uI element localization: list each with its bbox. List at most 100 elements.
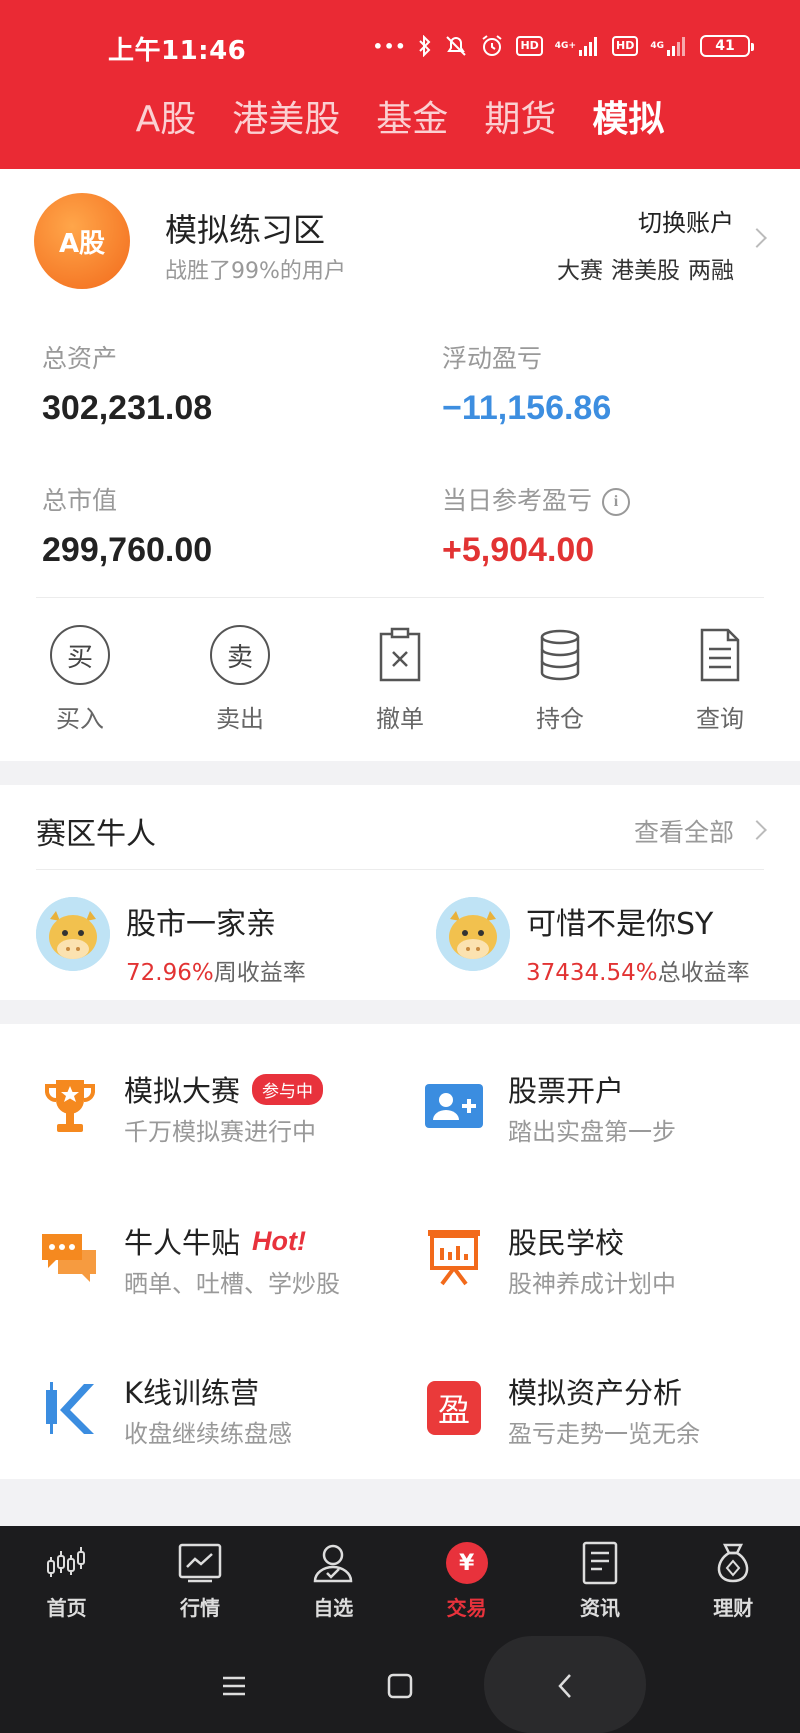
feature-title: 牛人牛贴 Hot! <box>124 1225 306 1261</box>
feature-title: 股民学校 <box>508 1226 625 1260</box>
signal-4g-icon: 4G <box>650 34 688 58</box>
back-icon[interactable] <box>535 1656 595 1716</box>
cancel-order-label: 撤单 <box>376 705 424 733</box>
feature-asset-analysis[interactable]: 盈 模拟资产分析 盈亏走势一览无余 <box>422 1370 800 1470</box>
trophy-icon <box>38 1074 102 1138</box>
see-all-link[interactable]: 查看全部 <box>634 813 734 849</box>
header: 上午11:46 ••• HD 4G+ HD 4G 41 A股 港美股 基金 期货… <box>0 0 800 169</box>
feature-contest[interactable]: 模拟大赛 参与中 千万模拟赛进行中 <box>38 1068 418 1168</box>
feature-title: 股票开户 <box>508 1074 625 1108</box>
cancel-order-icon <box>368 623 432 687</box>
nav-home[interactable]: 首页 <box>0 1526 133 1636</box>
system-nav-bar <box>0 1636 800 1733</box>
daily-pl-value: +5,904.00 <box>442 531 595 569</box>
nav-label: 资讯 <box>579 1596 620 1620</box>
money-bag-icon <box>709 1540 757 1586</box>
nav-trade[interactable]: ¥ 交易 <box>400 1526 533 1636</box>
tab-futures[interactable]: 期货 <box>484 92 556 152</box>
nav-market[interactable]: 行情 <box>133 1526 266 1636</box>
cow-avatar-icon <box>36 897 110 971</box>
switch-account-button[interactable]: 切换账户 <box>638 203 734 238</box>
feature-posts[interactable]: 牛人牛贴 Hot! 晒单、吐槽、学炒股 <box>38 1220 418 1320</box>
bottom-nav: 首页 行情 自选 ¥ 交易 资讯 理财 <box>0 1526 800 1636</box>
status-icons: ••• HD 4G+ HD 4G 41 <box>372 34 754 58</box>
feature-school[interactable]: 股民学校 股神养成计划中 <box>422 1220 800 1320</box>
trader-name: 可惜不是你SY <box>526 907 714 942</box>
floating-pl-value: −11,156.86 <box>442 389 612 427</box>
divider <box>36 869 764 870</box>
query-button[interactable]: 查询 <box>640 619 800 749</box>
account-title: 模拟练习区 <box>165 211 326 249</box>
feature-subtitle: 晒单、吐槽、学炒股 <box>124 1270 340 1298</box>
daily-pl-label: 当日参考盈亏 <box>442 486 593 515</box>
floating-pl-label: 浮动盈亏 <box>442 344 543 373</box>
link-contest[interactable]: 大赛 <box>557 251 603 285</box>
nav-wealth[interactable]: 理财 <box>667 1526 800 1636</box>
tab-simulation[interactable]: 模拟 <box>592 92 664 152</box>
trader-card[interactable]: 股市一家亲 72.96%周收益率 <box>36 897 396 987</box>
market-value-value: 299,760.00 <box>42 531 213 569</box>
feature-subtitle: 踏出实盘第一步 <box>508 1118 676 1146</box>
account-card: A股 模拟练习区 战胜了99%的用户 切换账户 大赛 港美股 两融 总资产 30… <box>0 169 800 761</box>
tab-funds[interactable]: 基金 <box>376 92 448 152</box>
feature-open-account[interactable]: 股票开户 踏出实盘第一步 <box>422 1068 800 1168</box>
tab-a-shares[interactable]: A股 <box>136 92 197 152</box>
holdings-icon <box>528 623 592 687</box>
home-square-icon[interactable] <box>370 1656 430 1716</box>
link-hk-us[interactable]: 港美股 <box>611 251 680 285</box>
tab-hk-us[interactable]: 港美股 <box>232 92 340 152</box>
section-title: 赛区牛人 <box>36 817 156 852</box>
battery-icon: 41 <box>700 35 754 57</box>
news-doc-icon <box>576 1540 624 1586</box>
mute-bell-icon <box>444 34 468 58</box>
joined-badge: 参与中 <box>252 1073 324 1105</box>
buy-label: 买入 <box>56 705 104 733</box>
more-dots-icon: ••• <box>372 36 407 56</box>
feature-subtitle: 千万模拟赛进行中 <box>124 1118 316 1146</box>
feature-title: 模拟大赛 参与中 <box>124 1068 324 1110</box>
trader-name: 股市一家亲 <box>126 907 276 942</box>
candlestick-home-icon <box>43 1540 91 1586</box>
market-value-label: 总市值 <box>42 486 118 515</box>
sell-label: 卖出 <box>216 705 264 733</box>
link-margin[interactable]: 两融 <box>688 251 734 285</box>
hd-badge-2: HD <box>612 36 639 56</box>
menu-icon[interactable] <box>204 1656 264 1716</box>
buy-button[interactable]: 买 买入 <box>0 619 160 749</box>
add-user-icon <box>422 1074 486 1138</box>
sell-button[interactable]: 卖 卖出 <box>160 619 320 749</box>
hd-badge: HD <box>516 36 543 56</box>
cow-avatar-icon <box>436 897 510 971</box>
query-icon <box>688 623 752 687</box>
feature-subtitle: 股神养成计划中 <box>508 1270 676 1298</box>
alarm-icon <box>480 34 504 58</box>
holdings-button[interactable]: 持仓 <box>480 619 640 749</box>
account-header[interactable]: A股 模拟练习区 战胜了99%的用户 切换账户 大赛 港美股 两融 <box>0 169 800 299</box>
profit-analysis-icon: 盈 <box>422 1376 486 1440</box>
total-assets-label: 总资产 <box>42 344 118 373</box>
feature-subtitle: 收盘继续练盘感 <box>124 1420 292 1448</box>
bluetooth-icon <box>418 34 432 58</box>
trade-actions: 买 买入 卖 卖出 撤单 持仓 查询 <box>0 619 800 749</box>
person-watchlist-icon <box>309 1540 357 1586</box>
info-icon[interactable]: i <box>602 488 631 516</box>
hot-badge: Hot! <box>252 1225 306 1256</box>
presentation-board-icon <box>422 1226 486 1290</box>
feature-title: K线训练营 <box>124 1376 260 1410</box>
feature-kline-camp[interactable]: K线训练营 收盘继续练盘感 <box>38 1370 418 1470</box>
nav-label: 交易 <box>446 1596 487 1620</box>
cancel-order-button[interactable]: 撤单 <box>320 619 480 749</box>
nav-news[interactable]: 资讯 <box>533 1526 666 1636</box>
feature-title: 模拟资产分析 <box>508 1376 683 1410</box>
nav-watchlist[interactable]: 自选 <box>267 1526 400 1636</box>
account-avatar: A股 <box>34 193 130 289</box>
feature-subtitle: 盈亏走势一览无余 <box>508 1420 700 1448</box>
sell-icon: 卖 <box>210 625 270 685</box>
trader-return: 37434.54%总收益率 <box>526 960 750 986</box>
k-line-icon <box>38 1376 102 1440</box>
chevron-right-icon <box>747 820 767 840</box>
market-chart-icon <box>176 1540 224 1586</box>
chat-bubbles-icon <box>38 1226 102 1290</box>
trader-card[interactable]: 可惜不是你SY 37434.54%总收益率 <box>436 897 796 987</box>
buy-icon: 买 <box>50 625 110 685</box>
